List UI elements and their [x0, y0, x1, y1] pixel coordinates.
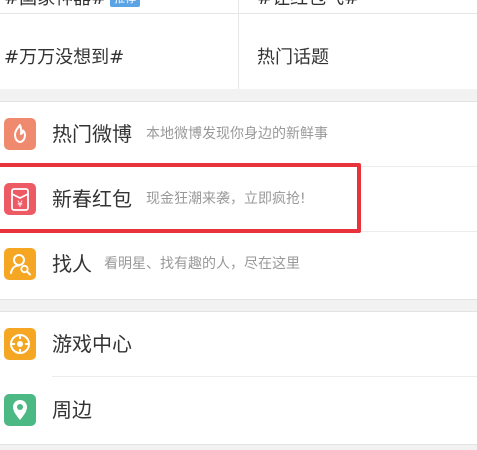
- discover-menu-group-2: 游戏中心 周边: [0, 311, 477, 445]
- recommend-badge: 推荐: [110, 0, 141, 7]
- column-divider: [238, 0, 239, 89]
- item-divider: [52, 376, 477, 377]
- menu-item-title: 找人: [52, 252, 92, 276]
- menu-item-game-center[interactable]: 游戏中心: [0, 312, 477, 377]
- menu-item-title: 周边: [52, 398, 92, 422]
- menu-item-desc: 看明星、找有趣的人，尽在这里: [104, 256, 300, 272]
- topic-guojiashenqi[interactable]: #国家神器# 推荐: [4, 0, 141, 14]
- find-person-icon: [4, 248, 36, 280]
- topic-ranghongbaofei[interactable]: #让红包飞#: [257, 0, 359, 14]
- menu-item-desc: 本地微博发现你身边的新鲜事: [146, 126, 328, 142]
- highlight-annotation-box: [0, 163, 361, 233]
- menu-item-hot-weibo[interactable]: 热门微博 本地微博发现你身边的新鲜事: [0, 102, 477, 167]
- menu-item-title: 游戏中心: [52, 332, 132, 356]
- menu-item-find-people[interactable]: 找人 看明星、找有趣的人，尽在这里: [0, 232, 477, 297]
- menu-item-nearby[interactable]: 周边: [0, 378, 477, 443]
- trending-topics-grid: #国家神器# 推荐 #让红包飞# #万万没想到# 热门话题: [0, 0, 477, 89]
- topic-wanwanmeixiangdao[interactable]: #万万没想到#: [4, 43, 124, 73]
- flame-icon: [4, 118, 36, 150]
- game-center-icon: [4, 328, 36, 360]
- topic-label: #国家神器#: [4, 0, 106, 9]
- hot-topics-link[interactable]: 热门话题: [257, 43, 329, 73]
- location-pin-icon: [4, 394, 36, 426]
- menu-item-title: 热门微博: [52, 122, 132, 146]
